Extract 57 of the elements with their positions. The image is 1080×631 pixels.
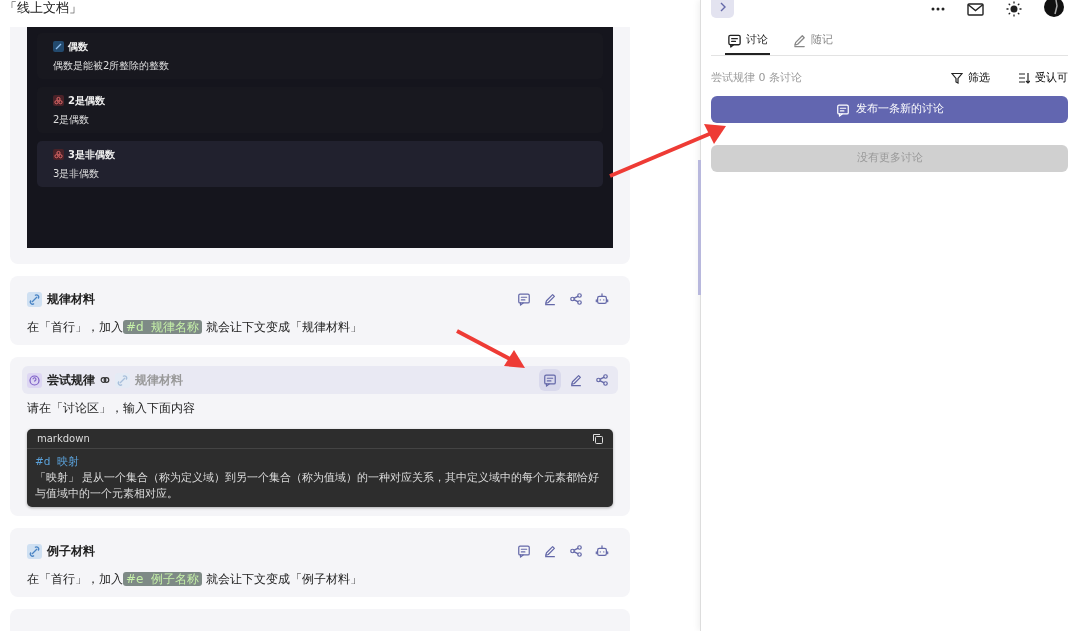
copy-icon[interactable] — [592, 433, 603, 444]
mail-icon — [967, 2, 984, 16]
note-text: 偶数是能被2所整除的整数 — [53, 59, 171, 73]
comment-icon — [727, 32, 742, 48]
code-language: markdown — [37, 432, 90, 446]
filter-icon — [951, 71, 963, 84]
new-discussion-button[interactable]: 发布一条新的讨论 — [711, 96, 1068, 123]
cluster-icon — [53, 149, 64, 160]
pencil-icon — [792, 32, 807, 48]
note-title: 偶数 — [68, 40, 88, 54]
discussion-count: 尝试规律 0 条讨论 — [711, 69, 802, 86]
page-title: 「线上文档」 — [3, 0, 83, 17]
sun-icon — [1006, 1, 1022, 17]
note-title: 2是偶数 — [68, 94, 105, 108]
cluster-icon — [53, 95, 64, 106]
pencil-icon — [543, 292, 557, 306]
robot-icon — [595, 544, 609, 558]
share-icon — [569, 292, 583, 306]
robot-icon — [595, 292, 609, 306]
code-line: 「映射」 是从一个集合（称为定义域）到另一个集合（称为值域）的一种对应关系，其中定义域中的每个元素都恰好与值域中的一个元素相对应。 — [35, 470, 601, 501]
link-icon — [115, 372, 130, 388]
comment-icon — [835, 102, 850, 117]
panel-tab[interactable]: 讨论 — [725, 30, 770, 55]
note-title: 3是非偶数 — [68, 148, 115, 162]
share-icon — [595, 373, 609, 387]
avatar — [1044, 0, 1064, 17]
body-text: 在「首行」，加入 #d 规律名称 就会让下文变成「规律材料」 — [27, 319, 364, 336]
card-title: 规律材料 — [47, 291, 95, 308]
card-title: 例子材料 — [47, 543, 95, 560]
chevron-icon — [718, 1, 727, 12]
tag-label: #d 规律名称 — [123, 320, 203, 334]
panel-tab[interactable]: 随记 — [790, 30, 835, 55]
sort-icon — [1018, 71, 1030, 84]
comment-icon — [517, 544, 531, 558]
expand-button[interactable] — [711, 0, 734, 18]
scrollbar-thumb[interactable] — [698, 160, 701, 295]
chain-icon — [100, 375, 110, 385]
comment-button[interactable] — [539, 369, 561, 391]
note-text: 2是偶数 — [53, 113, 91, 127]
link-icon — [53, 41, 64, 52]
code-line: #d 映射 — [35, 454, 81, 469]
comment-icon — [517, 292, 531, 306]
filter-button[interactable]: 筛选 — [951, 69, 990, 86]
body-text: 请在「讨论区」，输入下面内容 — [27, 400, 196, 417]
tag-label: #e 例子名称 — [123, 572, 203, 586]
note-text: 3是非偶数 — [53, 167, 101, 181]
pencil-icon — [569, 373, 583, 387]
comment-icon — [543, 373, 557, 387]
share-icon — [569, 544, 583, 558]
question-icon — [27, 372, 42, 388]
link-icon — [27, 543, 42, 559]
link-icon — [27, 291, 42, 307]
sort-button[interactable]: 受认可 — [1018, 69, 1068, 86]
pencil-icon — [543, 544, 557, 558]
more-icon — [931, 7, 945, 11]
body-text: 在「首行」，加入 #e 例子名称 就会让下文变成「例子材料」 — [27, 571, 363, 588]
card-title: 尝试规律 — [47, 372, 95, 389]
